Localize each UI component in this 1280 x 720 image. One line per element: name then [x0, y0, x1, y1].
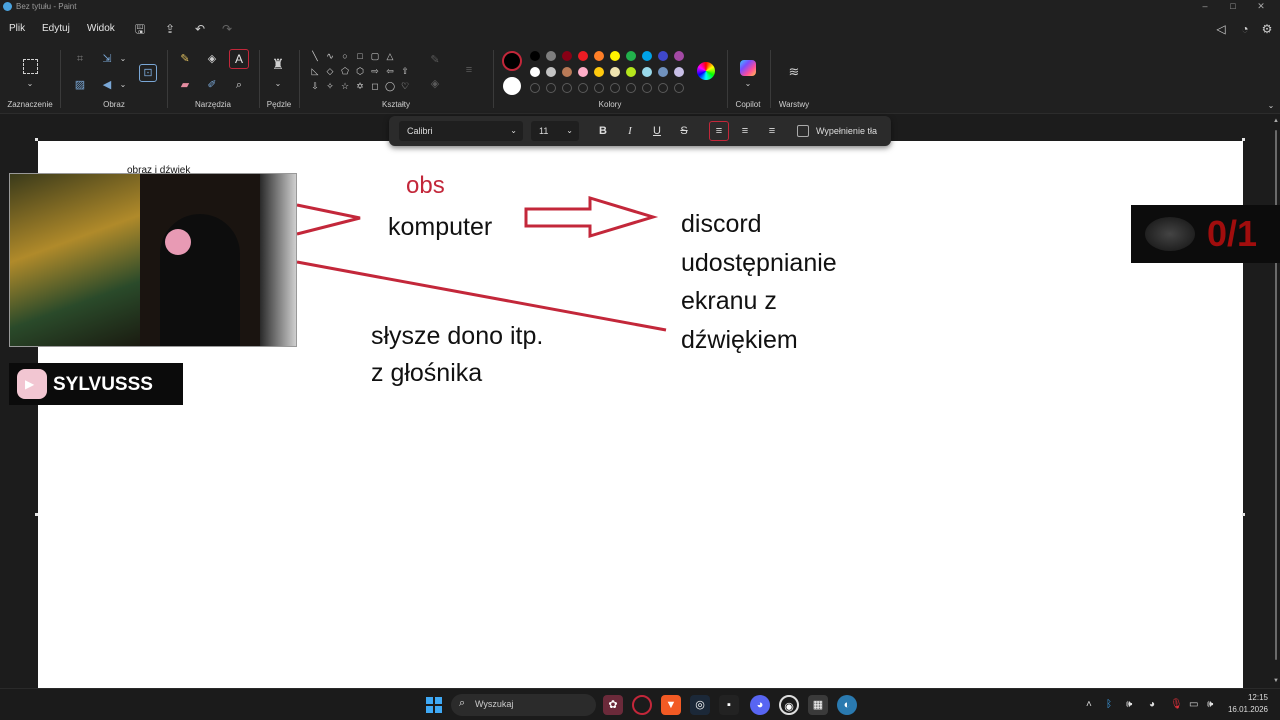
slysze-text-block: słysze dono itp. z głośnika	[371, 318, 543, 392]
search-placeholder: Wyszukaj	[475, 699, 514, 709]
obs-icon[interactable]: ◉	[779, 695, 799, 715]
font-family-dropdown[interactable]: Calibri ⌄	[399, 121, 523, 141]
discord-icon[interactable]: ◕	[750, 695, 770, 715]
webcam-poster	[10, 174, 140, 346]
chevron-down-icon: ⌄	[510, 126, 517, 135]
bold-button[interactable]: B	[594, 122, 612, 140]
tray-chevron-icon[interactable]: ˄	[1086, 699, 1092, 710]
drawing-strokes	[296, 195, 667, 332]
clock-time[interactable]: 12:15	[1230, 693, 1268, 702]
brave-icon[interactable]: ▼	[661, 695, 681, 715]
headphone-icon	[165, 229, 191, 255]
align-left-icon[interactable]: ≡	[709, 121, 729, 141]
chevron-down-icon: ⌄	[566, 126, 573, 135]
discord-line: ekranu z	[681, 287, 777, 315]
discord-line: udostępnianie	[681, 248, 837, 277]
font-size-value: 11	[539, 126, 549, 136]
font-family-value: Calibri	[407, 126, 433, 136]
logo-text: SYLVUSSS	[53, 374, 153, 395]
steam-icon[interactable]: ◎	[690, 695, 710, 715]
display-icon[interactable]: ▭	[1189, 699, 1198, 710]
underline-button[interactable]: U	[648, 122, 666, 140]
italic-button[interactable]: I	[621, 122, 639, 140]
terminal-icon[interactable]: ▪	[719, 695, 739, 715]
bluetooth-icon[interactable]: ᛒ	[1106, 699, 1112, 710]
red-block-arrow	[524, 195, 659, 239]
discord-line: discord	[681, 210, 762, 238]
play-triangle-icon: ▶	[25, 377, 35, 391]
taskbar-app-icon[interactable]: ▦	[808, 695, 828, 715]
obs-text: obs	[406, 172, 445, 199]
search-icon: ⌕	[459, 697, 466, 709]
paint-taskbar-icon[interactable]: ◐	[837, 695, 857, 715]
align-right-icon[interactable]: ≡	[763, 122, 781, 140]
slysze-line: słysze dono itp.	[371, 322, 544, 350]
text-format-toolbar: Calibri ⌄ 11 ⌄ B I U S ≡ ≡ ≡ Wypełnienie…	[389, 116, 891, 146]
clock-date[interactable]: 16.01.2026	[1226, 705, 1268, 714]
counter-overlay: 0/1	[1131, 205, 1280, 263]
align-center-icon[interactable]: ≡	[736, 122, 754, 140]
fill-background-checkbox[interactable]	[797, 125, 809, 137]
discord-line: dźwiękiem	[681, 325, 798, 354]
channel-logo-overlay: ▶ SYLVUSSS	[9, 363, 183, 405]
slysze-line: z głośnika	[371, 359, 483, 387]
taskbar-app-icon[interactable]	[632, 695, 652, 715]
font-size-dropdown[interactable]: 11 ⌄	[531, 121, 579, 141]
komputer-text: komputer	[388, 213, 493, 241]
discord-tray-icon[interactable]: ◕	[1149, 699, 1155, 710]
taskbar-search-box[interactable]: ⌕ Wyszukaj	[451, 694, 596, 716]
microphone-icon[interactable]: 🎙	[1170, 699, 1183, 710]
discord-text-block: discord udostępnianie ekranu z dźwiękiem	[681, 205, 837, 359]
red-arrow-left	[296, 203, 361, 236]
strikethrough-button[interactable]: S	[675, 122, 693, 140]
webcam-overlay	[9, 173, 297, 347]
counter-image	[1145, 217, 1195, 251]
webcam-window-light	[260, 174, 296, 346]
volume-icon[interactable]: 🕪	[1126, 699, 1132, 710]
counter-text: 0/1	[1207, 213, 1258, 254]
start-windows-icon[interactable]	[426, 697, 442, 713]
fill-background-label: Wypełnienie tła	[816, 126, 877, 136]
taskbar-app-icon[interactable]: ✿	[603, 695, 623, 715]
taskbar: ⌕ Wyszukaj ✿ ▼ ◎ ▪ ◕ ◉ ▦ ◐ ˄ ᛒ 🕪 ◕ 🎙 ▭ 🕪…	[0, 688, 1280, 720]
speaker-icon[interactable]: 🕪	[1207, 699, 1213, 710]
